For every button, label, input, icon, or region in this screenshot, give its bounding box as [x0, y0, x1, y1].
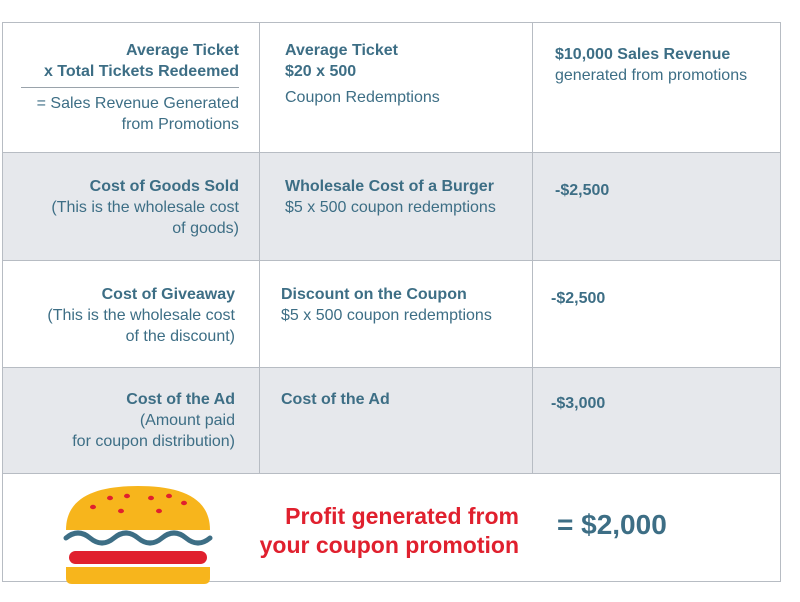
row1-label-sub-line2: from Promotions	[121, 116, 239, 133]
row2-label-sub-line1: (This is the wholesale cost	[51, 199, 239, 216]
formula-divider	[21, 87, 239, 88]
row3-label: Cost of Giveaway (This is the wholesale …	[23, 284, 235, 347]
row3-example-sub: $5 x 500 coupon redemptions	[281, 307, 492, 324]
column-divider-1	[259, 23, 260, 473]
row2-example-bold: Wholesale Cost of a Burger	[285, 178, 494, 195]
row1-example-sub: Coupon Redemptions	[285, 89, 440, 106]
row1-example: Average Ticket $20 x 500 Coupon Redempti…	[285, 40, 440, 108]
row2-label-sub-line2: of goods)	[172, 220, 239, 237]
row2-example-sub: $5 x 500 coupon redemptions	[285, 199, 496, 216]
row2-example: Wholesale Cost of a Burger $5 x 500 coup…	[285, 176, 496, 218]
row4-label-sub-line1: (Amount paid	[139, 412, 235, 429]
row4-label-sub-line2: for coupon distribution)	[72, 433, 235, 450]
row4-label-title: Cost of the Ad	[126, 391, 235, 408]
row4-example-bold: Cost of the Ad	[281, 391, 390, 408]
row1-label-line1: Average Ticket	[126, 42, 239, 59]
row-cost-of-giveaway: Cost of Giveaway (This is the wholesale …	[3, 260, 780, 367]
row3-label-sub-line2: of the discount)	[125, 328, 235, 345]
column-divider-2	[532, 23, 533, 473]
row1-label: Average Ticket x Total Tickets Redeemed	[23, 40, 239, 82]
row2-label-title: Cost of Goods Sold	[89, 178, 239, 195]
row1-result: $10,000 Sales Revenue generated from pro…	[555, 44, 747, 86]
row-profit: Profit generated from your coupon promot…	[3, 473, 780, 584]
row3-example-bold: Discount on the Coupon	[281, 286, 467, 303]
row3-example: Discount on the Coupon $5 x 500 coupon r…	[281, 284, 492, 326]
row1-result-sub: generated from promotions	[555, 67, 748, 84]
profit-value: = $2,000	[557, 509, 667, 540]
row1-example-line1: Average Ticket	[285, 42, 398, 59]
row1-label-sub: = Sales Revenue Generated from Promotion…	[23, 93, 239, 135]
row4-result: -$3,000	[551, 395, 606, 412]
row1-label-line2: x Total Tickets Redeemed	[43, 63, 239, 80]
row3-result: -$2,500	[551, 290, 606, 307]
row-cost-of-ad: Cost of the Ad (Amount paid for coupon d…	[3, 367, 780, 473]
row1-label-sub-line1: = Sales Revenue Generated	[36, 95, 239, 112]
row3-label-title: Cost of Giveaway	[101, 286, 235, 303]
burger-icon	[63, 486, 213, 584]
row-cost-of-goods: Cost of Goods Sold (This is the wholesal…	[3, 152, 780, 260]
profit-text-line2: your coupon promotion	[259, 532, 519, 558]
row1-result-bold: $10,000 Sales Revenue	[555, 46, 731, 63]
profit-text-line1: Profit generated from	[285, 503, 519, 529]
row1-example-line2: $20 x 500	[285, 63, 357, 80]
row-sales-revenue: Average Ticket x Total Tickets Redeemed …	[3, 23, 780, 152]
row2-label: Cost of Goods Sold (This is the wholesal…	[23, 176, 239, 239]
profit-calculation-table: Average Ticket x Total Tickets Redeemed …	[2, 22, 781, 584]
profit-text: Profit generated from your coupon promot…	[219, 502, 519, 560]
row3-label-sub-line1: (This is the wholesale cost	[47, 307, 235, 324]
row2-result: -$2,500	[555, 182, 610, 199]
row4-label: Cost of the Ad (Amount paid for coupon d…	[23, 389, 235, 452]
